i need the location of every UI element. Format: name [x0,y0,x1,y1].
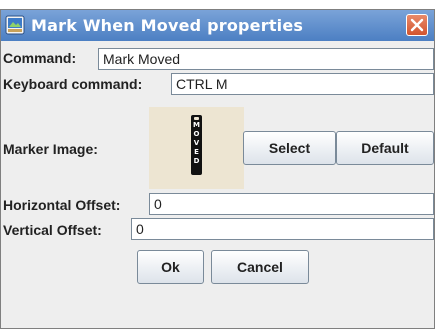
window-title: Mark When Moved properties [31,16,304,35]
ok-button[interactable]: Ok [137,250,204,284]
keyboard-command-field[interactable]: CTRL M [171,73,434,95]
marker-letter: O [193,130,200,138]
select-button[interactable]: Select [243,131,336,165]
close-button[interactable] [406,14,428,36]
marker-letter: V [193,139,200,147]
horizontal-offset-field[interactable]: 0 [149,193,434,215]
keyboard-command-label: Keyboard command: [3,76,143,92]
marker-letter: M [193,121,200,129]
marker-image-label: Marker Image: [3,141,98,157]
command-label: Command: [3,50,77,66]
command-field[interactable]: Mark Moved [98,48,434,70]
marker-letter: D [193,157,200,165]
default-button[interactable]: Default [336,131,434,165]
app-icon [5,15,25,35]
marker-hole [194,117,199,120]
cancel-button[interactable]: Cancel [211,250,309,284]
close-icon [410,18,424,32]
vertical-offset-label: Vertical Offset: [3,222,102,238]
moved-marker-icon: M O V E D [191,115,202,175]
properties-dialog: Mark When Moved properties Command: Mark… [0,9,435,329]
title-bar[interactable]: Mark When Moved properties [1,10,434,41]
marker-image-preview: M O V E D [149,107,244,189]
marker-letter: E [194,148,199,156]
vertical-offset-field[interactable]: 0 [131,218,434,240]
horizontal-offset-label: Horizontal Offset: [3,197,121,213]
